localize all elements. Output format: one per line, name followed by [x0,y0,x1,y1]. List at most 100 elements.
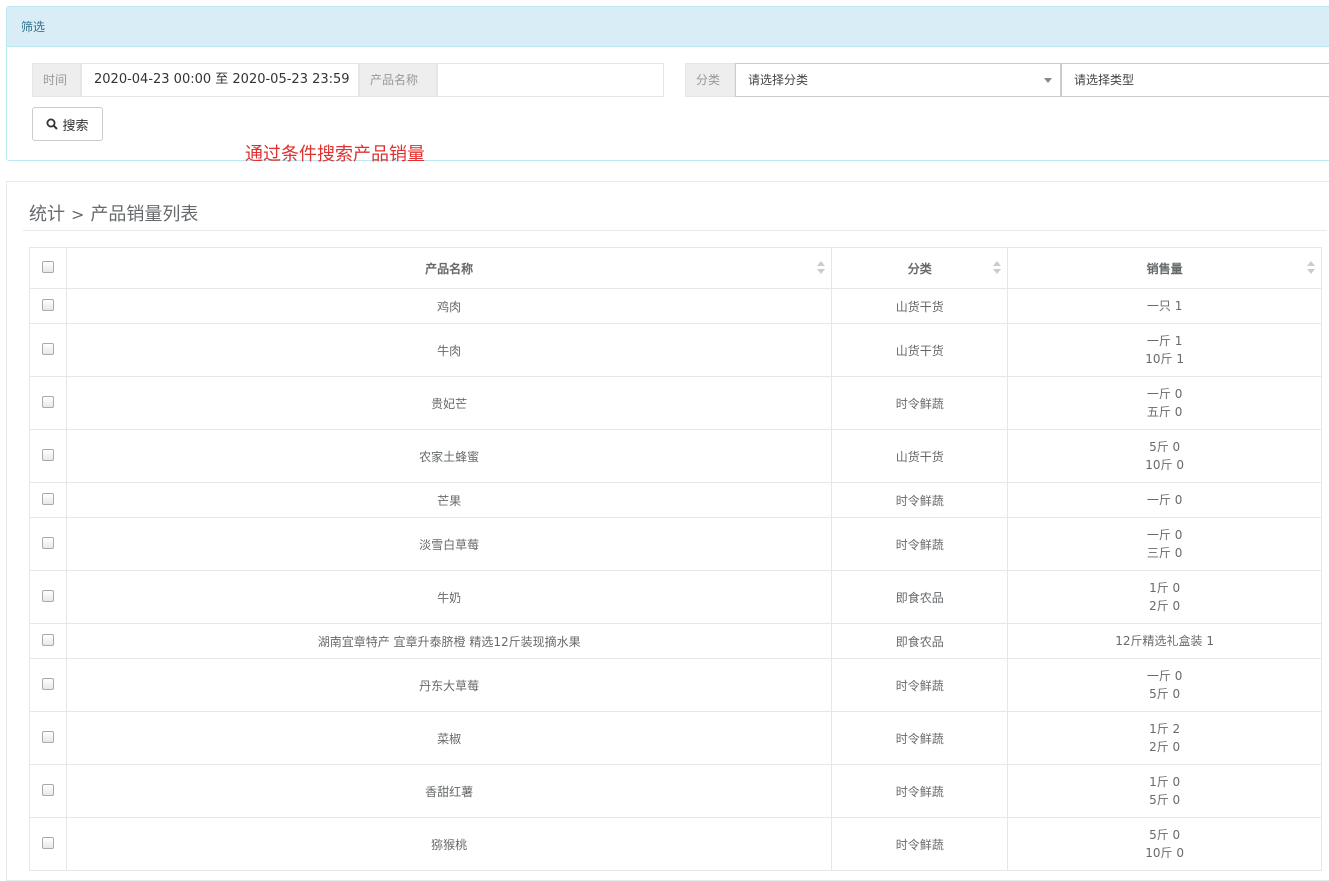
row-checkbox-cell [29,288,67,324]
breadcrumb-parent[interactable]: 统计 [29,204,65,225]
category-label: 分类 [685,63,735,97]
sales-cell: 一斤 0 三斤 0 [1007,517,1322,571]
table-body: 鸡肉 山货干货 一只 1 牛肉 山货干货 一斤 1 10斤 1 贵妃芒 时令鲜蔬 一斤 0 五斤 0… [29,288,1322,871]
row-checkbox-cell [29,376,67,430]
category-cell: 时令鲜蔬 [831,658,1009,712]
breadcrumb-divider [23,230,1327,231]
time-range-input[interactable]: 2020-04-23 00:00 至 2020-05-23 23:59 [81,63,359,97]
row-checkbox[interactable] [41,448,54,461]
sales-entry: 一斤 1 [1146,334,1183,348]
row-checkbox[interactable] [41,836,54,849]
row-checkbox[interactable] [41,536,54,549]
row-checkbox[interactable] [41,677,54,690]
product-name-cell: 贵妃芒 [65,376,833,430]
table-row[interactable]: 菜椒 时令鲜蔬 1斤 2 2斤 0 [29,711,1322,765]
category-select[interactable]: 请选择分类 [735,63,1061,97]
sales-entry: 1斤 2 [1149,722,1181,736]
row-checkbox-cell [29,570,67,624]
sales-entry: 三斤 0 [1146,546,1183,560]
filter-panel: 筛选 时间 2020-04-23 00:00 至 2020-05-23 23:5… [6,6,1329,161]
type-select[interactable]: 请选择类型 [1061,63,1329,97]
header-product-name-label: 产品名称 [425,261,474,276]
category-cell: 时令鲜蔬 [831,817,1009,871]
category-cell: 时令鲜蔬 [831,517,1009,571]
product-name-cell: 丹东大草莓 [65,658,833,712]
table-row[interactable]: 淡雪白草莓 时令鲜蔬 一斤 0 三斤 0 [29,517,1322,571]
sales-cell: 1斤 0 2斤 0 [1007,570,1322,624]
search-icon [46,118,59,130]
table-row[interactable]: 牛奶 即食农品 1斤 0 2斤 0 [29,570,1322,624]
sales-entry: 10斤 0 [1145,458,1184,472]
category-select-value: 请选择分类 [748,73,809,87]
row-checkbox[interactable] [41,589,54,602]
header-product-name[interactable]: 产品名称 [65,247,833,289]
annotation-text: 通过条件搜索产品销量 [245,144,425,165]
row-checkbox[interactable] [41,492,54,505]
header-category-label: 分类 [907,261,932,276]
filter-heading: 筛选 [7,7,1329,47]
row-checkbox-cell [29,482,67,518]
header-category[interactable]: 分类 [831,247,1009,289]
table-row[interactable]: 芒果 时令鲜蔬 一斤 0 [29,482,1322,518]
product-name-input[interactable] [437,63,664,97]
table-row[interactable]: 牛肉 山货干货 一斤 1 10斤 1 [29,323,1322,377]
breadcrumb-current: 产品销量列表 [90,204,199,225]
sales-cell: 一斤 0 5斤 0 [1007,658,1322,712]
sort-icon [993,261,1002,275]
header-sales-label: 销售量 [1146,261,1183,276]
row-checkbox-cell [29,517,67,571]
product-name-cell: 鸡肉 [65,288,833,324]
breadcrumb: 统计 > 产品销量列表 [29,200,198,226]
row-checkbox-cell [29,764,67,818]
sales-entry: 1斤 0 [1149,775,1181,789]
table-row[interactable]: 贵妃芒 时令鲜蔬 一斤 0 五斤 0 [29,376,1322,430]
table-row[interactable]: 香甜红薯 时令鲜蔬 1斤 0 5斤 0 [29,764,1322,818]
category-cell: 时令鲜蔬 [831,764,1009,818]
row-checkbox-cell [29,429,67,483]
product-name-cell: 牛奶 [65,570,833,624]
table-row[interactable]: 丹东大草莓 时令鲜蔬 一斤 0 5斤 0 [29,658,1322,712]
sales-cell: 1斤 0 5斤 0 [1007,764,1322,818]
sales-entry: 一斤 0 [1146,669,1183,683]
product-name-label: 产品名称 [359,63,437,97]
sales-entry: 五斤 0 [1146,405,1183,419]
type-select-value: 请选择类型 [1074,73,1135,87]
sales-entry: 5斤 0 [1149,440,1181,454]
sales-cell: 一斤 1 10斤 1 [1007,323,1322,377]
sales-entry: 一斤 0 [1146,493,1183,507]
row-checkbox[interactable] [41,298,54,311]
table-row[interactable]: 湖南宜章特产 宜章升泰脐橙 精选12斤装现摘水果 即食农品 12斤精选礼盒装 1 [29,623,1322,659]
header-sales[interactable]: 销售量 [1007,247,1322,289]
sales-cell: 1斤 2 2斤 0 [1007,711,1322,765]
table-row[interactable]: 猕猴桃 时令鲜蔬 5斤 0 10斤 0 [29,817,1322,871]
breadcrumb-separator: > [71,205,85,224]
table-row[interactable]: 农家土蜂蜜 山货干货 5斤 0 10斤 0 [29,429,1322,483]
sales-entry: 2斤 0 [1149,740,1181,754]
category-input-group: 分类 请选择分类 请选择类型 [685,63,1329,97]
row-checkbox[interactable] [41,783,54,796]
search-button[interactable]: 搜索 [32,107,103,141]
product-name-cell: 芒果 [65,482,833,518]
sales-cell: 一只 1 [1007,288,1322,324]
row-checkbox-cell [29,711,67,765]
sales-cell: 一斤 0 五斤 0 [1007,376,1322,430]
sales-cell: 一斤 0 [1007,482,1322,518]
category-cell: 即食农品 [831,570,1009,624]
sort-icon [817,261,826,275]
table-row[interactable]: 鸡肉 山货干货 一只 1 [29,288,1322,324]
row-checkbox[interactable] [41,730,54,743]
row-checkbox-cell [29,623,67,659]
category-cell: 即食农品 [831,623,1009,659]
row-checkbox[interactable] [41,395,54,408]
sales-entry: 一斤 0 [1146,387,1183,401]
time-label: 时间 [32,63,81,97]
search-button-label: 搜索 [62,118,89,134]
chevron-down-icon [1044,78,1052,83]
row-checkbox[interactable] [41,633,54,646]
row-checkbox-cell [29,817,67,871]
sales-entry: 5斤 0 [1149,687,1181,701]
table-header-row: 产品名称 分类 销售量 [29,247,1322,289]
row-checkbox[interactable] [41,342,54,355]
category-cell: 时令鲜蔬 [831,376,1009,430]
select-all-checkbox[interactable] [41,260,54,273]
